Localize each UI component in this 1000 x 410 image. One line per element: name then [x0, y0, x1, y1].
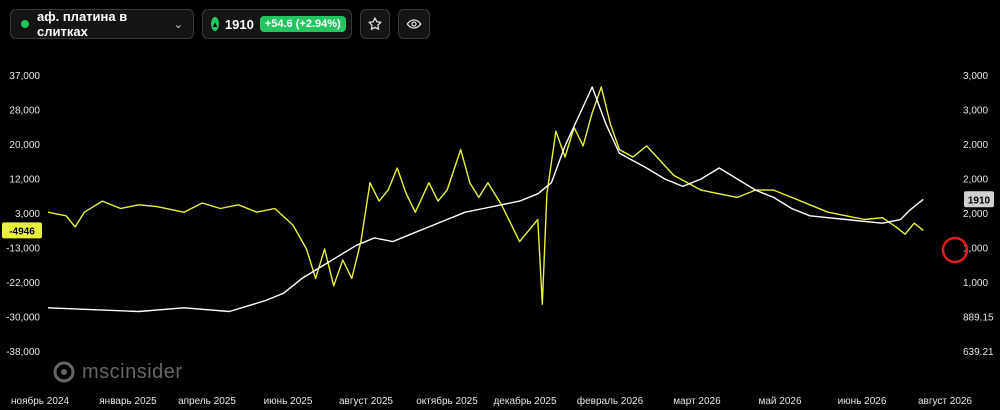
x-tick-label: март 2026	[673, 396, 721, 407]
right-tick-label: 639.21	[963, 347, 994, 358]
x-tick-label: декабрь 2025	[493, 395, 557, 407]
x-tick-label: июнь 2026	[838, 396, 887, 407]
chart-svg: 37,000 28,000 20,000 12,000 3,000 -13,000 -22,…	[2, 71, 994, 407]
left-tick-label: 28,000	[9, 106, 40, 117]
right-tick-label: 1,000	[963, 278, 988, 289]
left-tick-label: 3,000	[15, 209, 40, 220]
left-axis: 37,000 28,000 20,000 12,000 3,000 -13,000 -22,…	[6, 71, 40, 358]
x-axis: ноябрь 2024 январь 2025 апрель 2025 июнь 20…	[11, 395, 972, 407]
right-tick-label: 889.15	[963, 313, 994, 324]
brand-logo: mscinsider	[52, 360, 183, 384]
left-tick-label: -13,000	[6, 244, 40, 255]
x-tick-label: апрель 2025	[178, 396, 236, 407]
x-tick-label: июнь 2025	[264, 396, 313, 407]
left-tick-label: -22,000	[6, 278, 40, 289]
x-tick-label: январь 2025	[99, 396, 157, 407]
right-tick-label: 2,000	[963, 140, 988, 151]
x-tick-label: февраль 2026	[577, 395, 644, 407]
left-current-label: -4946	[9, 226, 35, 237]
left-tick-label: 12,000	[9, 175, 40, 186]
left-tick-label: 37,000	[9, 71, 40, 82]
right-tick-label: 2,000	[963, 209, 988, 220]
x-tick-label: ноябрь 2024	[11, 395, 69, 407]
x-tick-label: октябрь 2025	[416, 395, 478, 407]
right-tick-label: 2,000	[963, 175, 988, 186]
x-tick-label: август 2026	[918, 396, 972, 407]
logo-icon	[53, 361, 75, 383]
left-tick-label: -38,000	[6, 347, 40, 358]
right-tick-label: 3,000	[963, 71, 988, 82]
current-markers: -4946 1910	[2, 191, 994, 264]
series-line-1	[47, 86, 924, 313]
right-tick-label: 3,000	[963, 106, 988, 117]
left-tick-label: -30,000	[6, 313, 40, 324]
logo-text: mscinsider	[82, 360, 183, 383]
x-tick-label: май 2026	[758, 396, 801, 407]
right-current-label: 1910	[968, 195, 991, 206]
x-tick-label: август 2025	[339, 396, 393, 407]
left-tick-label: 20,000	[9, 140, 40, 151]
right-axis: 3,0003,0002,0002,0002,0001,0001,000889.1…	[963, 71, 994, 358]
series-lines	[47, 86, 924, 313]
series-line-0	[47, 86, 924, 305]
